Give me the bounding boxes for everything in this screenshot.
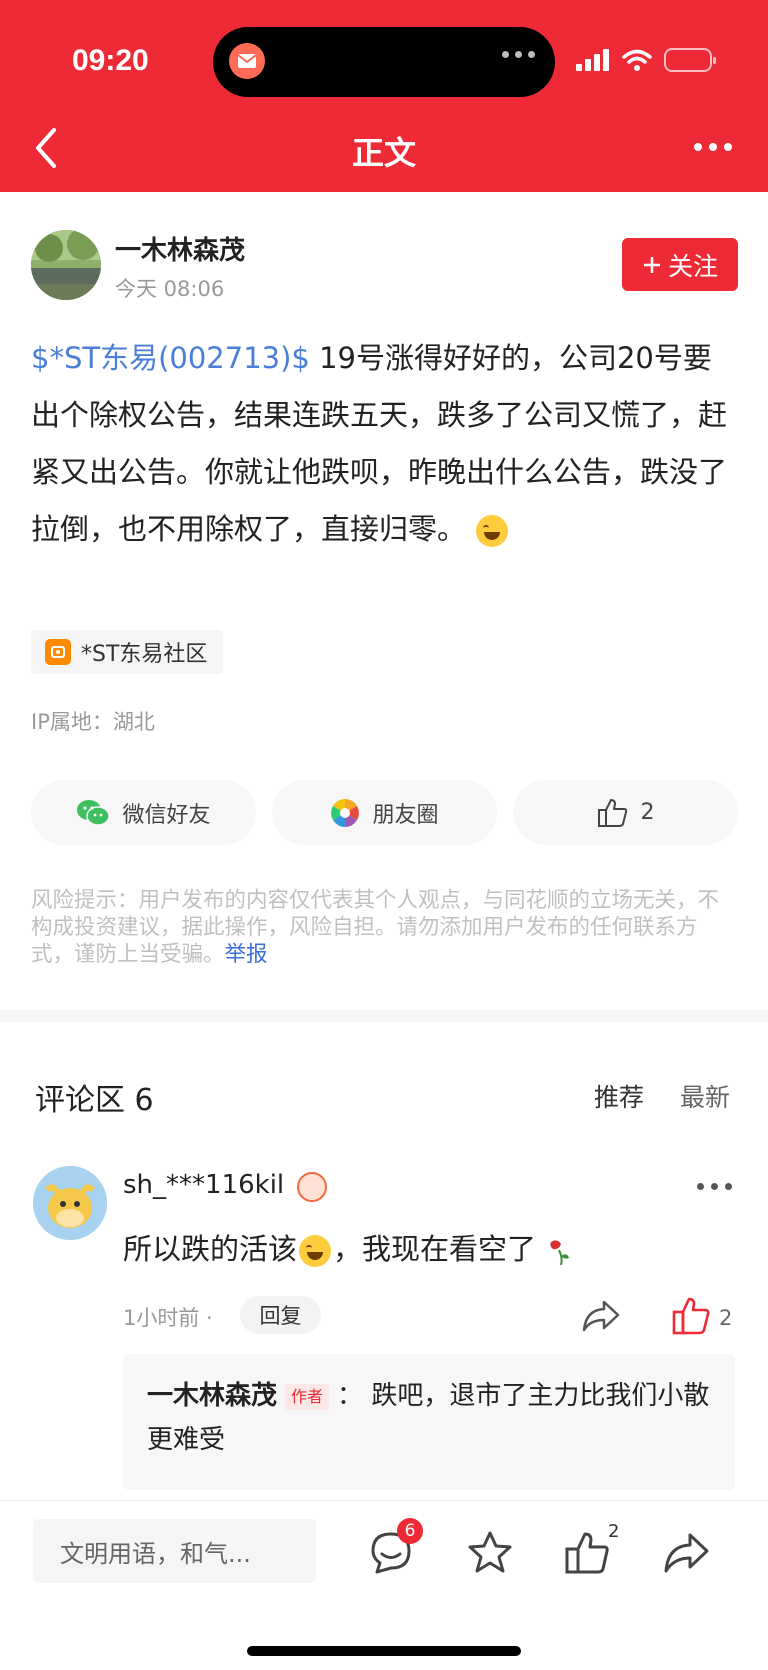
reply-box[interactable]: 一木林森茂 作者： 跌吧，退市了主力比我们小散更难受: [123, 1354, 735, 1490]
dynamic-island: [213, 27, 555, 97]
author-avatar[interactable]: [31, 230, 101, 300]
comment-text-part1: 所以跌的活该: [123, 1232, 298, 1266]
reply-button[interactable]: 回复: [240, 1296, 321, 1334]
comment-text-part2: ，我现在看空了: [333, 1232, 537, 1266]
page-title: 正文: [351, 134, 416, 172]
bottom-like-count: 2: [608, 1521, 620, 1542]
commenter-name[interactable]: sh_***116kil: [123, 1170, 284, 1200]
community-icon: [45, 639, 71, 665]
mail-app-icon: [229, 43, 265, 79]
reply-separator: ：: [337, 1381, 364, 1411]
comment-share-icon[interactable]: [580, 1296, 622, 1336]
favorite-star-icon[interactable]: [466, 1529, 514, 1577]
reply-author[interactable]: 一木林森茂: [147, 1381, 277, 1411]
author-name[interactable]: 一木林森茂: [115, 230, 245, 267]
share-moments-button[interactable]: 朋友圈: [272, 780, 497, 845]
post-time: 今天 08:06: [115, 277, 225, 301]
moments-icon: [331, 798, 360, 827]
comment-like-icon[interactable]: [672, 1296, 710, 1336]
moments-label: 朋友圈: [372, 802, 439, 828]
follow-label: 关注: [667, 251, 718, 281]
app-header: 09:20 正文: [0, 0, 768, 192]
section-divider: [0, 1010, 768, 1022]
post-like-button[interactable]: 2: [513, 780, 738, 845]
post-body: $*ST东易(002713)$ 19号涨得好好的，公司20号要出个除权公告，结果…: [31, 330, 737, 558]
bottom-like-icon[interactable]: [563, 1529, 611, 1577]
ip-location: IP属地：湖北: [31, 710, 155, 734]
risk-text: 风险提示：用户发布的内容仅代表其个人观点，与同花顺的立场无关，不构成投资建议，据…: [31, 888, 720, 967]
island-dots-icon: [502, 51, 535, 58]
report-link[interactable]: 举报: [225, 942, 268, 967]
stock-link[interactable]: $*ST东易(002713)$: [31, 341, 310, 375]
comment-more-icon[interactable]: [697, 1183, 732, 1190]
wechat-label: 微信好友: [122, 802, 211, 828]
comment-section-title: 评论区 6: [35, 1083, 154, 1118]
commenter-avatar[interactable]: [33, 1166, 107, 1240]
wechat-icon: [77, 799, 111, 826]
plus-icon: [643, 256, 660, 273]
sort-latest-tab[interactable]: 最新: [680, 1078, 730, 1114]
wilted-rose-icon: [550, 1240, 570, 1266]
community-tag[interactable]: *ST东易社区: [31, 630, 224, 674]
laughing-crying-emoji-icon: [476, 515, 509, 547]
comment-count-badge: 6: [397, 1518, 423, 1544]
sort-recommend-tab[interactable]: 推荐: [594, 1078, 644, 1114]
comment-like-count: 2: [719, 1306, 733, 1330]
more-icon[interactable]: [694, 143, 732, 151]
comment-text: 所以跌的活该 ，我现在看空了: [123, 1226, 575, 1268]
post-like-count: 2: [640, 800, 655, 825]
home-indicator: [247, 1646, 521, 1656]
grinning-emoji-icon: [299, 1235, 332, 1267]
follow-button[interactable]: 关注: [622, 238, 738, 291]
comment-time: 1小时前 ·: [123, 1306, 213, 1330]
status-time: 09:20: [72, 44, 149, 77]
bottom-share-icon[interactable]: [662, 1529, 710, 1577]
risk-notice: 风险提示：用户发布的内容仅代表其个人观点，与同花顺的立场无关，不构成投资建议，据…: [31, 887, 737, 968]
thumbs-up-icon: [597, 798, 627, 827]
comment-input[interactable]: 文明用语，和气...: [33, 1519, 316, 1583]
bottom-bar: 文明用语，和气... 6 2: [0, 1500, 768, 1670]
user-level-badge-icon: [297, 1172, 327, 1202]
share-wechat-button[interactable]: 微信好友: [31, 780, 256, 845]
author-tag: 作者: [285, 1383, 330, 1410]
signal-icon: [576, 49, 609, 71]
community-label: *ST东易社区: [81, 642, 208, 667]
battery-icon: [664, 48, 716, 72]
wifi-icon: [622, 49, 652, 71]
status-icons: [576, 48, 716, 72]
